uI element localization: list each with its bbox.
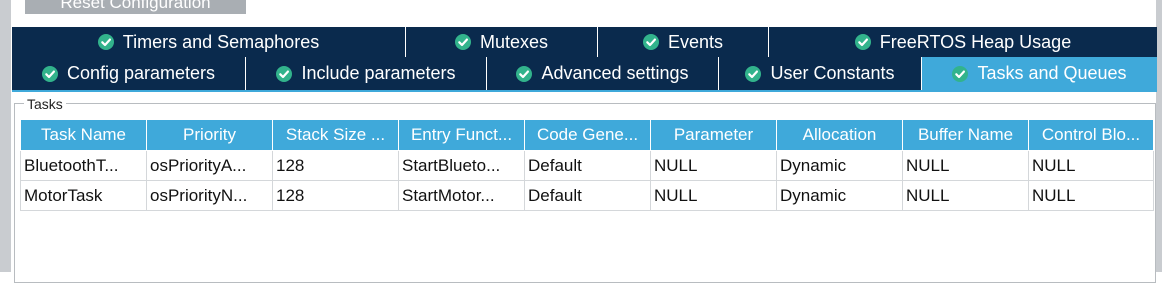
cell-allocation[interactable]: Dynamic [776,180,903,211]
check-circle-icon [97,34,114,50]
cell-task-name[interactable]: BluetoothT... [20,150,147,181]
column-header-parameter[interactable]: Parameter [650,119,777,151]
column-header-control-block[interactable]: Control Blo... [1028,119,1154,151]
check-circle-icon [454,34,471,50]
tab-mutexes[interactable]: Mutexes [406,27,598,57]
cell-control-block[interactable]: NULL [1028,180,1154,211]
cell-entry-function[interactable]: StartMotor... [398,180,525,211]
reset-configuration-button[interactable]: Reset Configuration [25,0,246,14]
tab-underline [12,90,1157,92]
column-header-entry-function[interactable]: Entry Funct... [398,119,525,151]
check-circle-icon [745,65,762,82]
tasks-group-title: Tasks [24,96,66,112]
cell-parameter[interactable]: NULL [650,180,777,211]
table-row[interactable]: BluetoothT... osPriorityA... 128 StartBl… [20,150,1154,181]
tab-label: Include parameters [301,63,456,83]
tab-row-bottom: Config parameters Include parameters Adv… [12,57,1157,90]
cell-buffer-name[interactable]: NULL [902,180,1029,211]
cell-stack-size[interactable]: 128 [272,150,399,181]
tab-freertos-heap-usage[interactable]: FreeRTOS Heap Usage [769,27,1157,57]
cell-buffer-name[interactable]: NULL [902,150,1029,181]
tab-events[interactable]: Events [598,27,769,57]
tab-label: Mutexes [479,31,549,52]
check-circle-icon [516,65,533,82]
cell-priority[interactable]: osPriorityA... [146,150,273,181]
check-circle-icon [276,65,293,82]
tab-label: Advanced settings [541,63,689,83]
tasks-table: Task Name Priority Stack Size ... Entry … [20,119,1154,211]
column-header-stack-size[interactable]: Stack Size ... [272,119,399,151]
tab-row-top: Timers and Semaphores Mutexes Events Fre… [12,27,1157,57]
column-header-task-name[interactable]: Task Name [20,119,147,151]
check-circle-icon [41,65,58,82]
cell-control-block[interactable]: NULL [1028,150,1154,181]
tab-label: User Constants [770,63,895,83]
tab-label: Events [667,31,724,52]
tab-config-parameters[interactable]: Config parameters [12,57,246,90]
table-header-row: Task Name Priority Stack Size ... Entry … [20,119,1154,151]
column-header-buffer-name[interactable]: Buffer Name [902,119,1029,151]
cell-stack-size[interactable]: 128 [272,180,399,211]
check-circle-icon [854,34,871,50]
tab-label: Tasks and Queues [977,63,1127,83]
column-header-allocation[interactable]: Allocation [776,119,903,151]
table-row[interactable]: MotorTask osPriorityN... 128 StartMotor.… [20,180,1154,211]
cell-code-generation[interactable]: Default [524,150,651,181]
tab-label: Timers and Semaphores [122,31,320,52]
cell-code-generation[interactable]: Default [524,180,651,211]
tab-tasks-and-queues[interactable]: Tasks and Queues [922,57,1157,90]
tab-advanced-settings[interactable]: Advanced settings [487,57,719,90]
tab-label: FreeRTOS Heap Usage [879,31,1072,52]
tab-timers-and-semaphores[interactable]: Timers and Semaphores [12,27,406,57]
cell-priority[interactable]: osPriorityN... [146,180,273,211]
cell-entry-function[interactable]: StartBlueto... [398,150,525,181]
check-circle-icon [642,34,659,50]
column-header-code-generation[interactable]: Code Gene... [524,119,651,151]
cell-task-name[interactable]: MotorTask [20,180,147,211]
column-header-priority[interactable]: Priority [146,119,273,151]
tab-include-parameters[interactable]: Include parameters [246,57,487,90]
cell-allocation[interactable]: Dynamic [776,150,903,181]
tab-label: Config parameters [66,63,216,83]
check-circle-icon [952,65,969,82]
tab-user-constants[interactable]: User Constants [719,57,922,90]
cell-parameter[interactable]: NULL [650,150,777,181]
window-left-edge [0,0,11,272]
